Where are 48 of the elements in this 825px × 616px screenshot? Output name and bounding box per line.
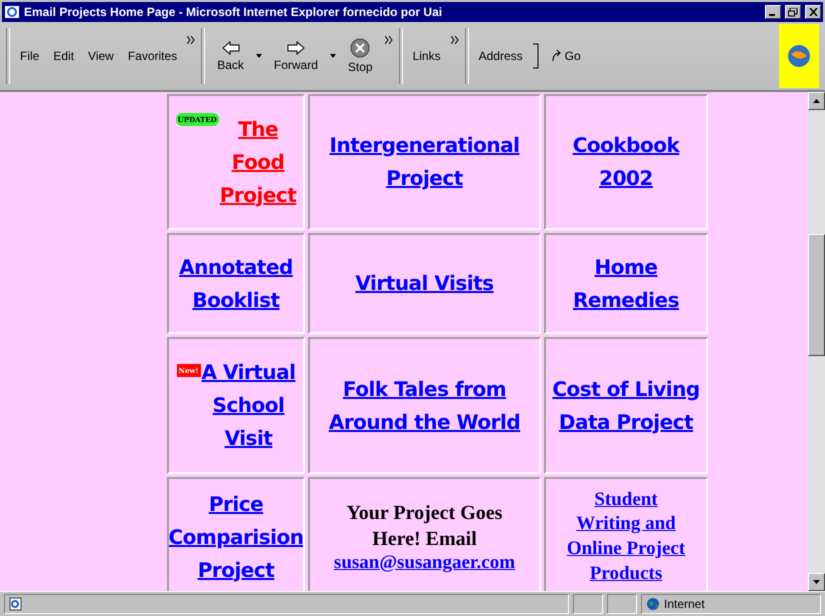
project-link[interactable]: Intergenerational Project — [330, 129, 520, 195]
globe-logo-icon — [787, 44, 811, 68]
project-link[interactable]: Annotated Booklist — [179, 250, 293, 316]
back-arrow-icon — [220, 40, 241, 56]
project-link[interactable]: Student Writing and Online Project Products — [566, 488, 686, 586]
menu-item[interactable]: Edit — [49, 47, 78, 65]
window-title: Email Projects Home Page - Microsoft Internet Explorer fornecido por Uai — [24, 5, 444, 19]
email-link[interactable]: susan@susangaer.com — [334, 552, 516, 574]
close-icon — [808, 8, 818, 16]
status-pane — [573, 594, 603, 614]
menu-item[interactable]: View — [84, 47, 118, 65]
browser-icon — [4, 5, 20, 19]
maximize-button[interactable] — [785, 5, 801, 19]
chevron-icon[interactable] — [450, 36, 459, 44]
project-link[interactable]: Cookbook 2002 — [572, 129, 680, 195]
status-pane — [607, 594, 637, 614]
go-arrow-icon — [550, 50, 563, 62]
links-button[interactable]: Links — [408, 47, 445, 65]
scroll-down-icon[interactable] — [813, 580, 820, 584]
minimize-button[interactable] — [765, 5, 781, 19]
address-label: Address — [478, 48, 524, 65]
dropdown-caret-icon[interactable] — [330, 54, 336, 58]
project-link[interactable]: A Virtual School Visit — [202, 356, 296, 455]
scroll-thumb[interactable] — [808, 234, 825, 356]
stop-icon — [350, 38, 370, 58]
back-button[interactable]: Back — [211, 38, 250, 74]
scroll-up-icon[interactable] — [813, 99, 820, 103]
zone-label: Internet — [664, 597, 705, 611]
restore-icon — [788, 8, 798, 16]
stop-button[interactable]: Stop — [342, 36, 379, 76]
project-link[interactable]: Folk Tales from Around the World — [328, 372, 520, 438]
menu-item[interactable]: Favorites — [124, 47, 182, 65]
globe-icon — [646, 597, 660, 611]
go-button[interactable]: Go — [544, 47, 587, 65]
scrollbar[interactable] — [808, 92, 825, 591]
forward-button[interactable]: Forward — [268, 38, 324, 74]
chevron-icon[interactable] — [187, 36, 196, 44]
dropdown-caret-icon[interactable] — [256, 54, 262, 58]
page-icon — [9, 597, 23, 611]
close-button[interactable] — [805, 5, 821, 19]
project-link[interactable]: Cost of Living Data Project — [552, 372, 700, 438]
forward-arrow-icon — [286, 40, 306, 56]
project-link[interactable]: Price Comparision Project — [169, 488, 303, 586]
invitation-text: Your Project Goes Here! Email — [346, 501, 502, 552]
menu-item[interactable]: File — [16, 47, 44, 65]
chevron-icon[interactable] — [384, 36, 393, 44]
project-link[interactable]: Virtual Visits — [355, 267, 494, 300]
project-link[interactable]: Home Remedies — [572, 250, 679, 316]
